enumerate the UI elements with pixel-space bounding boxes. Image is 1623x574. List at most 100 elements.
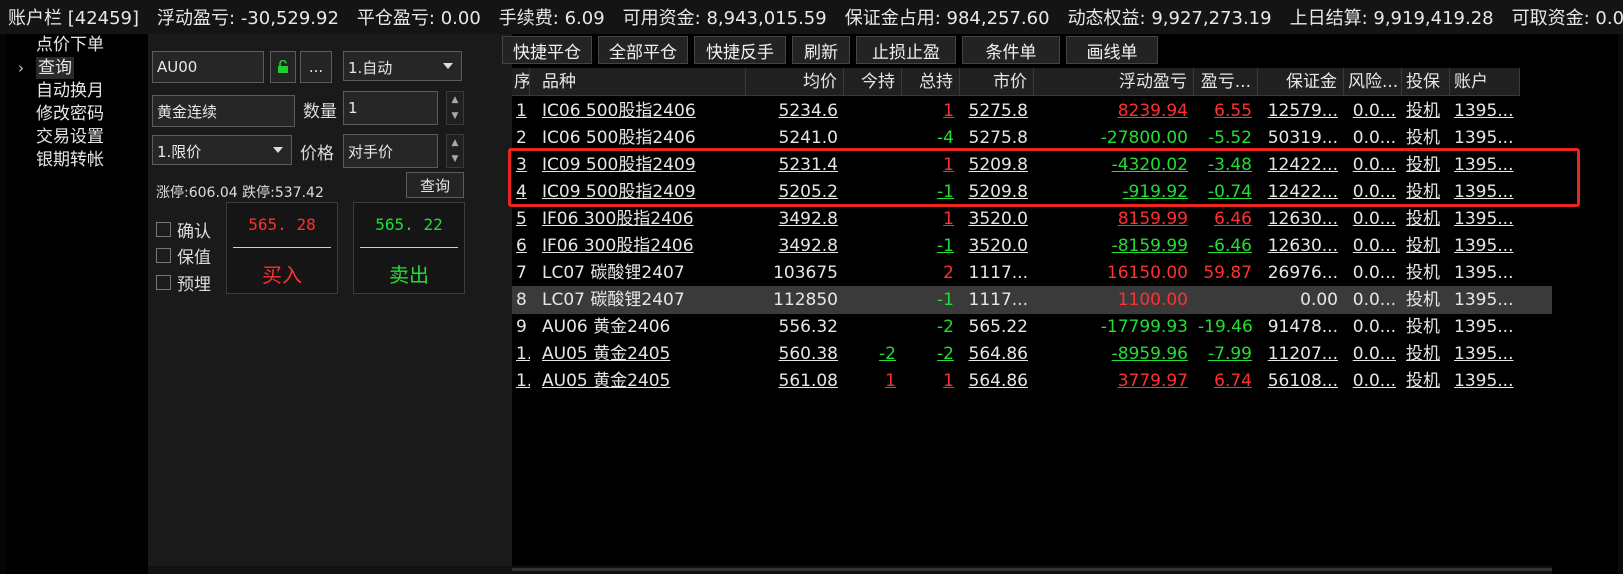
menu-item-query[interactable]: 查询 [36, 57, 74, 79]
withdrawable-funds: 可取资金: 0.00 [1511, 8, 1623, 29]
cell-account: 1395... [1454, 236, 1514, 256]
query-button[interactable]: 查询 [406, 172, 464, 198]
price-label: 价格 [300, 144, 334, 164]
cell-instrument: IF06 300股指2406 [542, 236, 694, 256]
stop-loss-profit-button[interactable]: 止损止盈 [856, 36, 956, 64]
refresh-button[interactable]: 刷新 [792, 36, 850, 64]
cell-hedge: 投机 [1406, 236, 1440, 256]
cell-today-pos [844, 259, 902, 287]
conditional-order-button[interactable]: 条件单 [962, 36, 1060, 64]
cell-index: 7 [516, 263, 527, 283]
sell-button[interactable]: 565. 22 卖出 [353, 202, 465, 294]
stepper-up-icon[interactable]: ▲ [447, 135, 463, 151]
checkbox-icon[interactable] [156, 275, 171, 290]
cell-pnl-pct: 6.74 [1214, 371, 1252, 391]
price-limits: 涨停:606.04 跌停:537.42 [156, 185, 324, 201]
cell-today-pos: -2 [879, 344, 896, 364]
header-float-pnl[interactable]: 浮动盈亏 [1034, 68, 1194, 96]
header-total-pos[interactable]: 总持 [902, 68, 960, 96]
cell-pnl-pct: 6.46 [1214, 209, 1252, 229]
table-row[interactable]: 8 LC07 碳酸锂2407 112850 -1 1117... 1100.00 0.00 0… [512, 286, 1552, 314]
table-row[interactable]: 6 IF06 300股指2406 3492.8 -1 3520.0 -8159.99 -6.… [512, 232, 1552, 260]
cell-index: 1... [516, 371, 530, 391]
scrollbar-thumb[interactable] [512, 568, 1552, 571]
more-button[interactable]: ... [300, 51, 332, 83]
price-type-select[interactable]: 1.限价 [152, 135, 292, 165]
table-row[interactable]: 7 LC07 碳酸锂2407 103675 2 1117... 16150.00 59.87… [512, 259, 1552, 287]
menu-item-trade-settings[interactable]: 交易设置 [36, 126, 104, 148]
confirm-checkbox[interactable]: 确认 [156, 217, 211, 242]
menu-item-click-order[interactable]: 点价下单 [36, 34, 104, 56]
price-stepper[interactable]: ▲ ▼ [446, 134, 464, 168]
quick-reverse-button[interactable]: 快捷反手 [694, 36, 786, 64]
header-avg-price[interactable]: 均价 [746, 68, 844, 96]
cell-total-pos: 1 [943, 209, 954, 229]
menu-item-change-password[interactable]: 修改密码 [36, 103, 104, 125]
header-risk[interactable]: 风险... [1344, 68, 1402, 96]
cell-avg-price: 556.32 [778, 317, 838, 337]
cell-float-pnl: 16150.00 [1106, 263, 1188, 283]
cell-account: 1395... [1454, 263, 1514, 283]
buy-price: 565. 28 [248, 215, 316, 234]
fee: 手续费: 6.09 [498, 8, 605, 29]
preset-label: 预埋 [177, 275, 211, 295]
menu-edge [0, 34, 6, 574]
checkbox-icon[interactable] [156, 248, 171, 263]
cell-total-pos: 1 [943, 371, 954, 391]
cell-avg-price: 103675 [773, 263, 838, 283]
header-margin[interactable]: 保证金 [1258, 68, 1344, 96]
cell-market-price: 3520.0 [968, 209, 1028, 229]
table-row[interactable]: 1... AU05 黄金2405 561.08 1 1 564.86 3779.97 6.74… [512, 367, 1552, 395]
cell-market-price: 1117... [968, 290, 1028, 310]
header-pnl-pct[interactable]: 盈亏... [1194, 68, 1258, 96]
cell-instrument: IC06 500股指2406 [542, 101, 696, 121]
checkbox-icon[interactable] [156, 222, 171, 237]
hedge-label: 保值 [177, 248, 211, 268]
cell-index: 6 [516, 236, 527, 256]
header-today-pos[interactable]: 今持 [844, 68, 902, 96]
quick-close-button[interactable]: 快捷平仓 [502, 36, 592, 64]
stepper-down-icon[interactable]: ▼ [447, 108, 463, 124]
stepper-down-icon[interactable]: ▼ [447, 151, 463, 167]
header-account[interactable]: 账户 [1450, 68, 1520, 96]
preset-checkbox[interactable]: 预埋 [156, 270, 211, 295]
table-row[interactable]: 1 IC06 500股指2406 5234.6 1 5275.8 8239.94 6.55 1… [512, 97, 1552, 125]
cell-hedge: 投机 [1406, 317, 1440, 337]
horizontal-scrollbar[interactable] [512, 566, 1552, 574]
sell-label: 卖出 [389, 263, 429, 287]
table-row[interactable]: 1... AU05 黄金2405 560.38 -2 -2 564.86 -8959.96-… [512, 340, 1552, 368]
cell-market-price: 564.86 [968, 371, 1028, 391]
quantity-stepper[interactable]: ▲ ▼ [446, 91, 464, 125]
price-input[interactable] [343, 134, 438, 168]
menu-item-auto-rollover[interactable]: 自动换月 [36, 80, 104, 102]
menu-item-bank-transfer[interactable]: 银期转帐 [36, 149, 104, 171]
header-index[interactable]: 序 [512, 68, 530, 96]
contract-name-field[interactable] [152, 95, 295, 127]
header-market-price[interactable]: 市价 [960, 68, 1034, 96]
cell-margin: 11207... [1267, 344, 1338, 364]
stepper-up-icon[interactable]: ▲ [447, 92, 463, 108]
unlock-icon[interactable] [270, 51, 296, 83]
cell-instrument: LC07 碳酸锂2407 [542, 263, 685, 283]
quantity-input[interactable] [343, 91, 438, 125]
contract-code-input[interactable] [152, 51, 264, 83]
confirm-label: 确认 [177, 222, 211, 242]
cell-pnl-pct: -19.46 [1198, 317, 1253, 337]
vertical-scrollbar[interactable] [1618, 34, 1623, 574]
table-row[interactable]: 5 IF06 300股指2406 3492.8 1 3520.0 8159.99 6.46 1… [512, 205, 1552, 233]
bottom-tabs-strip [148, 566, 512, 574]
table-row[interactable]: 9 AU06 黄金2406 556.32 -2 565.22 -17799.93 -19.4… [512, 313, 1552, 341]
cell-hedge: 投机 [1406, 263, 1440, 283]
cell-float-pnl: -8159.99 [1111, 236, 1188, 256]
header-hedge[interactable]: 投保 [1402, 68, 1450, 96]
open-mode-select[interactable]: 1.自动 [343, 51, 462, 81]
line-order-button[interactable]: 画线单 [1066, 36, 1158, 64]
hedge-checkbox[interactable]: 保值 [156, 243, 211, 268]
cell-float-pnl: 3779.97 [1117, 371, 1188, 391]
close-all-button[interactable]: 全部平仓 [598, 36, 688, 64]
header-instrument[interactable]: 品种 [530, 68, 746, 96]
cell-index: 1 [516, 101, 527, 121]
cell-margin: 91478... [1267, 317, 1338, 337]
cell-avg-price: 3492.8 [778, 209, 838, 229]
buy-button[interactable]: 565. 28 买入 [226, 202, 338, 294]
